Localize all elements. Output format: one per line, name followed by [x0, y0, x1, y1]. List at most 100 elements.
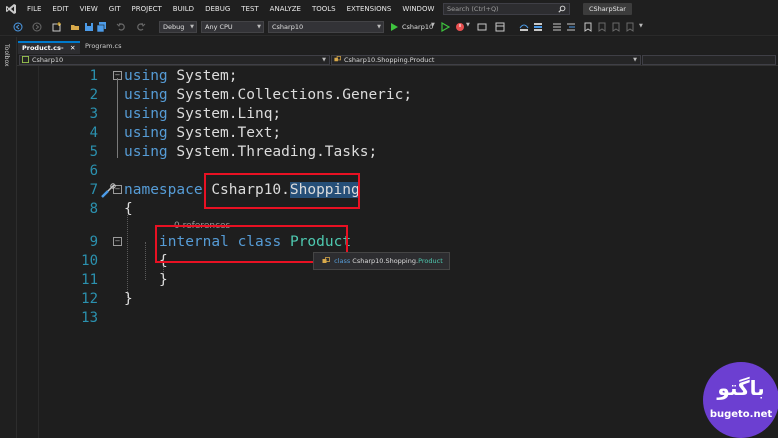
save-icon[interactable]: [84, 22, 94, 32]
startup-project-dropdown[interactable]: Csharp10 ▼: [268, 21, 384, 33]
code-line-4: using System.Text;: [124, 124, 281, 143]
menu-view[interactable]: VIEW: [75, 0, 104, 18]
project-scope-dropdown[interactable]: Csharp10 ▼: [19, 55, 330, 65]
tab-program-cs[interactable]: Program.cs: [81, 41, 141, 54]
code-line-2: using System.Collections.Generic;: [124, 86, 412, 105]
show-threads-icon[interactable]: [533, 22, 543, 32]
collapse-class-icon[interactable]: −: [113, 237, 122, 246]
uncomment-icon[interactable]: [566, 22, 576, 32]
document-tab-bar: Product.cs ⊸ ✕ Program.cs: [17, 37, 778, 54]
menu-file[interactable]: FILE: [22, 0, 47, 18]
watermark-latin-text: bugeto.net: [709, 409, 773, 420]
save-all-icon[interactable]: [97, 22, 107, 32]
close-brace: }: [159, 272, 168, 288]
close-brace: }: [124, 291, 133, 307]
type-scope-dropdown[interactable]: Csharp10.Shopping.Product ▼: [331, 55, 641, 65]
configuration-value: Debug: [163, 23, 185, 31]
chevron-down-icon[interactable]: ▼: [431, 22, 435, 28]
code-line-5: using System.Threading.Tasks;: [124, 143, 377, 162]
tab-product-cs[interactable]: Product.cs ⊸ ✕: [18, 41, 80, 54]
chevron-down-icon[interactable]: ▼: [466, 22, 470, 28]
menu-debug[interactable]: DEBUG: [200, 0, 236, 18]
indent-guide: [127, 215, 128, 298]
browser-link-icon[interactable]: [477, 22, 487, 32]
menu-tools[interactable]: TOOLS: [307, 0, 342, 18]
menu-bar: FILE EDIT VIEW GIT PROJECT BUILD DEBUG T…: [0, 0, 778, 18]
chevron-down-icon: ▼: [633, 57, 637, 63]
code-line-3: using System.Linq;: [124, 105, 281, 124]
start-without-debugging-icon[interactable]: [440, 22, 450, 32]
visual-studio-logo-icon[interactable]: [0, 0, 22, 18]
code-line-8: {: [124, 200, 133, 219]
startup-project-value: Csharp10: [272, 23, 304, 31]
line-number: 12: [81, 291, 98, 307]
menu-git[interactable]: GIT: [104, 0, 127, 18]
configuration-dropdown[interactable]: Debug ▼: [159, 21, 197, 33]
back-navigate-icon[interactable]: [13, 22, 23, 32]
line-number: 3: [89, 106, 98, 122]
menu-edit[interactable]: EDIT: [47, 0, 74, 18]
tooltip-keyword: class: [334, 257, 351, 265]
forward-navigate-icon[interactable]: [32, 22, 42, 32]
menu-analyze[interactable]: ANALYZE: [265, 0, 307, 18]
namespace-name: System;: [176, 68, 238, 84]
menu-test[interactable]: TEST: [236, 0, 264, 18]
line-number: 11: [81, 272, 98, 288]
toolbox-tab[interactable]: Toolbox: [3, 44, 10, 67]
layout-icon[interactable]: [495, 22, 505, 32]
open-folder-icon[interactable]: [70, 22, 80, 32]
close-icon[interactable]: ✕: [70, 43, 75, 54]
run-target-label[interactable]: Csharp10: [402, 21, 433, 33]
start-debugging-icon[interactable]: [389, 22, 399, 32]
namespace-name: System.Linq;: [176, 106, 282, 122]
previous-bookmark-icon[interactable]: [597, 22, 607, 32]
line-number: 7: [89, 182, 98, 198]
pin-icon[interactable]: ⊸: [58, 43, 63, 54]
namespace-name: System.Text;: [176, 125, 282, 141]
next-bookmark-icon[interactable]: [611, 22, 621, 32]
code-line-12: }: [124, 290, 133, 309]
new-project-icon[interactable]: [52, 22, 62, 32]
search-input[interactable]: Search (Ctrl+Q): [443, 3, 570, 15]
platform-value: Any CPU: [205, 23, 233, 31]
member-scope-dropdown[interactable]: [642, 55, 776, 65]
redo-icon[interactable]: [136, 22, 146, 32]
quick-actions-screwdriver-icon[interactable]: [99, 182, 117, 200]
watermark-persian-text: باگتو: [717, 376, 765, 400]
platform-dropdown[interactable]: Any CPU ▼: [201, 21, 264, 33]
bookmark-icon[interactable]: [583, 22, 593, 32]
menu-project[interactable]: PROJECT: [127, 0, 168, 18]
line-number: 4: [89, 125, 98, 141]
tab-label: Program.cs: [85, 42, 122, 50]
comment-out-icon[interactable]: [552, 22, 562, 32]
line-6: 6: [17, 162, 778, 181]
chevron-down-icon: ▼: [257, 24, 261, 30]
chevron-down-icon: ▼: [322, 57, 326, 63]
line-11: 11: [17, 271, 778, 290]
menu-build[interactable]: BUILD: [168, 0, 200, 18]
project-scope-value: Csharp10: [32, 56, 64, 64]
line-number: 5: [89, 144, 98, 160]
keyword: using: [124, 144, 168, 160]
line-number: 13: [81, 310, 98, 326]
toolbox-strip: [0, 37, 17, 438]
step-over-icon[interactable]: [519, 22, 529, 32]
line-number: 9: [89, 234, 98, 250]
quick-info-tooltip: class Csharp10.Shopping.Product: [313, 252, 450, 270]
clear-bookmarks-icon[interactable]: [625, 22, 635, 32]
line-9: 9: [17, 233, 778, 252]
toolbar-overflow-icon[interactable]: ▼: [639, 23, 643, 29]
line-number: 2: [89, 87, 98, 103]
line-13: 13: [17, 309, 778, 328]
menu-extensions[interactable]: EXTENSIONS: [342, 0, 398, 18]
keyword: using: [124, 87, 168, 103]
solution-name-badge[interactable]: CSharpStar: [583, 3, 632, 15]
hot-reload-icon[interactable]: [455, 22, 465, 32]
code-line-11: }: [159, 271, 168, 290]
undo-icon[interactable]: [116, 22, 126, 32]
fold-region-line: [117, 78, 118, 158]
line-number: 6: [89, 163, 98, 179]
menu-window[interactable]: WINDOW: [397, 0, 440, 18]
keyword: namespace: [124, 182, 203, 198]
code-editor[interactable]: 1 2 3 4 5 6 7 8 9 10 11 12 13 − − − usin…: [17, 66, 778, 438]
